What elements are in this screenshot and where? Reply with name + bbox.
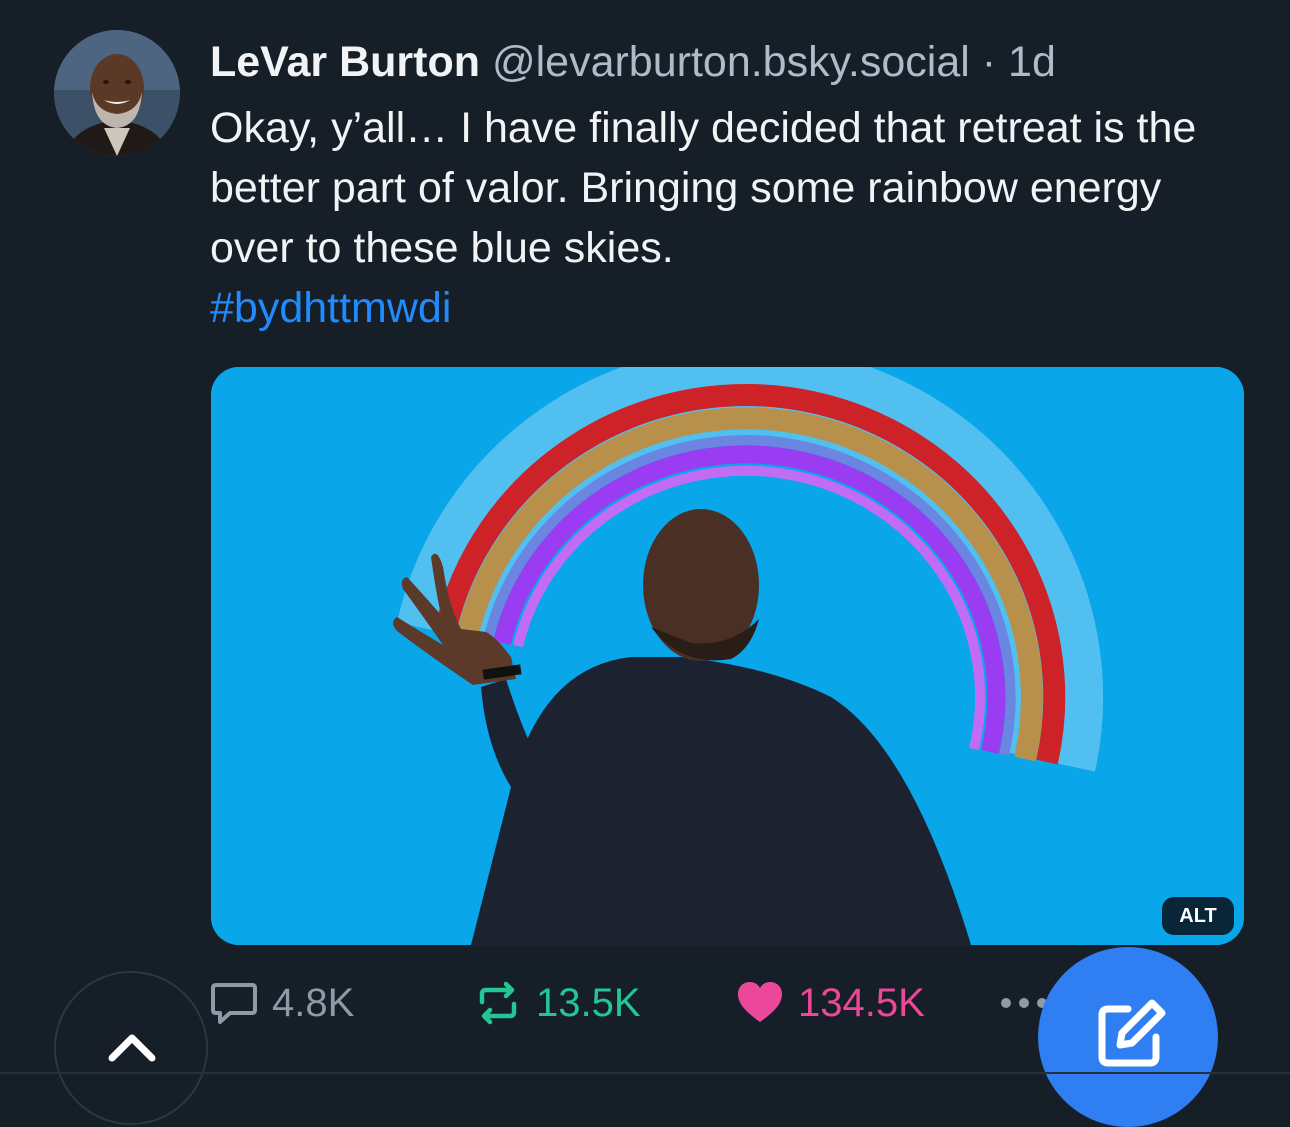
post-body: Okay, y’all… I have finally decided that… <box>210 98 1250 338</box>
repost-button[interactable]: 13.5K <box>474 975 641 1031</box>
hashtag-link[interactable]: #bydhttmwdi <box>210 278 1250 338</box>
reply-button[interactable]: 4.8K <box>210 975 354 1031</box>
like-button[interactable]: 134.5K <box>736 975 925 1031</box>
alt-text-badge[interactable]: ALT <box>1162 897 1234 935</box>
repost-count: 13.5K <box>536 980 641 1025</box>
avatar-image <box>54 30 180 156</box>
author-handle[interactable]: @levarburton.bsky.social <box>492 38 970 86</box>
post-timestamp[interactable]: 1d <box>1008 38 1056 86</box>
reply-count: 4.8K <box>272 980 355 1025</box>
post: LeVar Burton @levarburton.bsky.social · … <box>0 0 1290 1127</box>
repost-icon <box>479 981 517 1025</box>
header-separator: · <box>981 38 997 86</box>
post-header: LeVar Burton @levarburton.bsky.social · … <box>210 36 1056 88</box>
chevron-up-icon <box>108 1034 156 1062</box>
rainbow-gif-image <box>211 367 1244 945</box>
heart-icon <box>738 982 782 1022</box>
post-media-gif[interactable]: ALT <box>211 367 1244 945</box>
avatar[interactable] <box>54 30 180 156</box>
post-text: Okay, y’all… I have finally decided that… <box>210 104 1197 272</box>
compose-icon <box>1098 999 1166 1067</box>
compose-button[interactable] <box>1038 947 1218 1127</box>
reply-icon <box>211 983 257 1024</box>
like-count: 134.5K <box>798 980 925 1025</box>
bottom-divider <box>0 1072 1290 1074</box>
scroll-to-top-button[interactable] <box>54 971 208 1125</box>
author-display-name[interactable]: LeVar Burton <box>210 38 480 86</box>
